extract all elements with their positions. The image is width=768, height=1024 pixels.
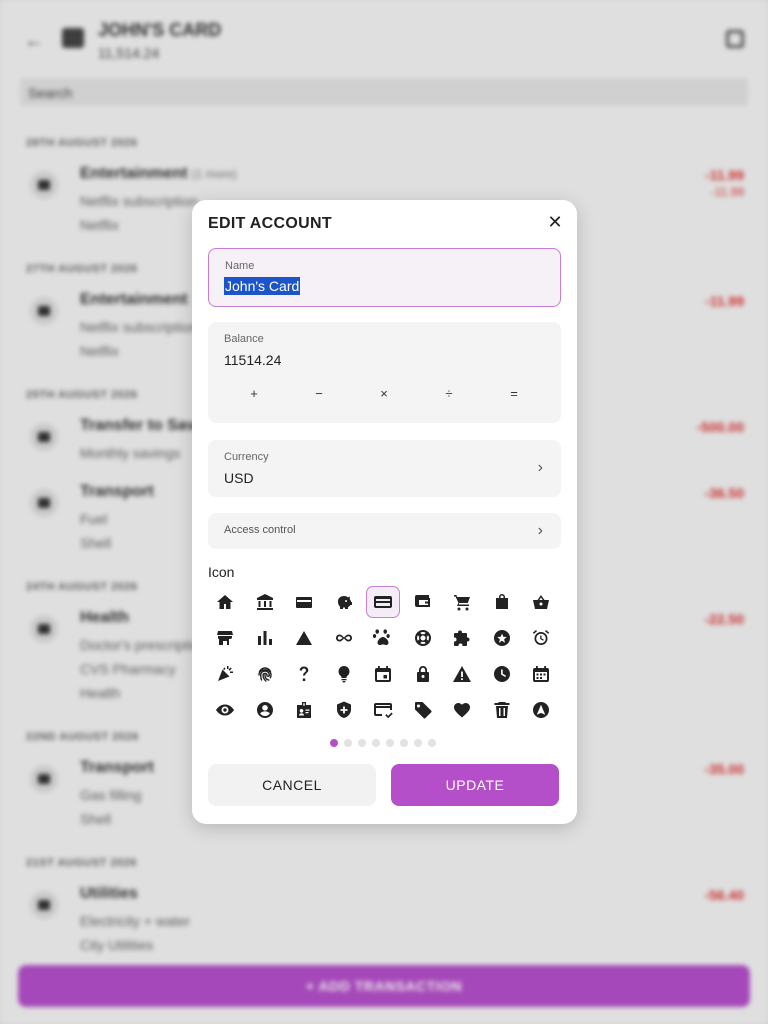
calendar-icon[interactable] bbox=[524, 658, 558, 690]
currency-field[interactable]: Currency USD › bbox=[208, 440, 561, 497]
clock-icon[interactable] bbox=[485, 658, 519, 690]
eye-icon[interactable] bbox=[208, 694, 242, 726]
currency-label: Currency bbox=[224, 451, 269, 463]
edit-account-dialog: EDIT ACCOUNT ✕ Name John's Card Balance … bbox=[192, 200, 577, 824]
chevron-right-icon: › bbox=[537, 459, 543, 476]
badge-icon[interactable] bbox=[287, 694, 321, 726]
calc-equals-button[interactable]: = bbox=[504, 386, 524, 401]
cart-icon[interactable] bbox=[445, 586, 479, 618]
calc-plus-button[interactable]: + bbox=[244, 386, 264, 401]
chevron-right-icon: › bbox=[537, 522, 543, 539]
balance-label: Balance bbox=[224, 333, 264, 345]
access-control-field[interactable]: Access control › bbox=[208, 513, 561, 549]
page-dot[interactable] bbox=[400, 739, 408, 747]
shopping-bag-icon[interactable] bbox=[485, 586, 519, 618]
update-button[interactable]: UPDATE bbox=[391, 764, 559, 806]
trash-icon[interactable] bbox=[485, 694, 519, 726]
bar-chart-icon[interactable] bbox=[248, 622, 282, 654]
icon-section-label: Icon bbox=[208, 564, 235, 580]
infinity-icon[interactable] bbox=[327, 622, 361, 654]
paw-icon[interactable] bbox=[366, 622, 400, 654]
credit-card-icon[interactable] bbox=[366, 586, 400, 618]
question-icon[interactable] bbox=[287, 658, 321, 690]
calendar-event-icon[interactable] bbox=[366, 658, 400, 690]
calc-divide-button[interactable]: ÷ bbox=[439, 386, 459, 401]
page-dot[interactable] bbox=[386, 739, 394, 747]
life-ring-icon[interactable] bbox=[406, 622, 440, 654]
warning-icon[interactable] bbox=[445, 658, 479, 690]
lightbulb-icon[interactable] bbox=[327, 658, 361, 690]
piggy-bank-icon[interactable] bbox=[327, 586, 361, 618]
balance-input[interactable]: 11514.24 bbox=[224, 352, 281, 368]
home-icon[interactable] bbox=[208, 586, 242, 618]
wallet-icon[interactable] bbox=[287, 586, 321, 618]
triangle-icon[interactable] bbox=[287, 622, 321, 654]
currency-value: USD bbox=[224, 470, 254, 486]
basket-icon[interactable] bbox=[524, 586, 558, 618]
fingerprint-icon[interactable] bbox=[248, 658, 282, 690]
shield-plus-icon[interactable] bbox=[327, 694, 361, 726]
page-dot[interactable] bbox=[414, 739, 422, 747]
name-label: Name bbox=[225, 260, 255, 272]
puzzle-icon[interactable] bbox=[445, 622, 479, 654]
heart-icon[interactable] bbox=[445, 694, 479, 726]
balance-field[interactable]: Balance 11514.24 + − × ÷ = bbox=[208, 322, 561, 423]
dialog-title: EDIT ACCOUNT bbox=[208, 215, 332, 232]
page-dot[interactable] bbox=[344, 739, 352, 747]
alarm-icon[interactable] bbox=[524, 622, 558, 654]
bank-icon[interactable] bbox=[248, 586, 282, 618]
calc-multiply-button[interactable]: × bbox=[374, 386, 394, 401]
page-dot[interactable] bbox=[428, 739, 436, 747]
close-icon[interactable]: ✕ bbox=[545, 212, 565, 232]
card-wallet-icon[interactable] bbox=[406, 586, 440, 618]
page-dot[interactable] bbox=[372, 739, 380, 747]
party-popper-icon[interactable] bbox=[208, 658, 242, 690]
navigation-icon[interactable] bbox=[524, 694, 558, 726]
account-circle-icon[interactable] bbox=[248, 694, 282, 726]
access-control-label: Access control bbox=[224, 524, 296, 536]
store-icon[interactable] bbox=[208, 622, 242, 654]
star-circle-icon[interactable] bbox=[485, 622, 519, 654]
lock-icon[interactable] bbox=[406, 658, 440, 690]
page-dot[interactable] bbox=[358, 739, 366, 747]
cancel-button[interactable]: CANCEL bbox=[208, 764, 376, 806]
tag-icon[interactable] bbox=[406, 694, 440, 726]
page-dot[interactable] bbox=[330, 739, 338, 747]
name-input[interactable]: John's Card bbox=[224, 277, 301, 295]
name-field[interactable]: Name John's Card bbox=[208, 248, 561, 307]
card-check-icon[interactable] bbox=[366, 694, 400, 726]
calc-minus-button[interactable]: − bbox=[309, 386, 329, 401]
